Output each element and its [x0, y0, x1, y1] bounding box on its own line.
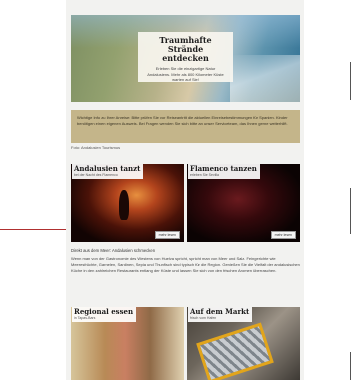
- card-label: Auf dem Markt frisch vom Hafen: [188, 307, 253, 322]
- hero-image-foam: [230, 55, 300, 102]
- card-label: Flamenco tanzen erleben Sie Sevilla: [188, 164, 260, 179]
- hero-banner: Traumhafte Strände entdecken Erleben Sie…: [71, 15, 300, 102]
- card-subtitle: bei der Nacht des Flamenco: [74, 173, 118, 177]
- card-label: Andalusien tanzt bei der Nacht des Flame…: [72, 164, 144, 179]
- card-title: Auf dem Markt: [190, 307, 250, 316]
- scrollbar-edge: [350, 62, 351, 100]
- card-subtitle: erleben Sie Sevilla: [190, 173, 219, 177]
- info-box: Wichtige Info zu Ihrer Anreise: Bitte pr…: [71, 110, 300, 143]
- photo-credit: Foto: Andalusien Tourismus: [71, 145, 121, 150]
- card-auf-dem-markt[interactable]: Auf dem Markt frisch vom Hafen: [187, 307, 300, 380]
- hero-title: Traumhafte Strände entdecken: [159, 35, 212, 63]
- card-title: Flamenco tanzen: [190, 164, 257, 173]
- card-flamenco-tanzen[interactable]: Flamenco tanzen erleben Sie Sevilla mehr…: [187, 164, 300, 242]
- newsletter-page: Traumhafte Strände entdecken Erleben Sie…: [66, 0, 304, 380]
- card-regional-essen[interactable]: Regional essen in Tapas-Bars: [71, 307, 184, 380]
- card-label: Regional essen in Tapas-Bars: [72, 307, 137, 322]
- dancer-silhouette: [119, 190, 129, 220]
- card-title: Regional essen: [74, 307, 134, 316]
- hero-text: Erleben Sie die einzigartige Natur Andal…: [147, 66, 224, 82]
- fish-crate-image: [196, 322, 274, 380]
- article-section: Direkt aus dem Meer: Andalusien schmecke…: [71, 248, 300, 273]
- card-subtitle: frisch vom Hafen: [190, 316, 217, 320]
- scrollbar-edge: [350, 188, 351, 234]
- article-paragraph: Wenn man von der Gastronomie des Westens…: [71, 256, 300, 273]
- card-read-more-button[interactable]: mehr lesen: [270, 231, 296, 239]
- hero-textbox: Traumhafte Strände entdecken Erleben Sie…: [138, 32, 233, 82]
- info-box-text: Wichtige Info zu Ihrer Anreise: Bitte pr…: [77, 115, 288, 126]
- scrollbar-edge: [350, 352, 351, 380]
- card-andalusien-tanzt[interactable]: Andalusien tanzt bei der Nacht des Flame…: [71, 164, 184, 242]
- card-title: Andalusien tanzt: [74, 164, 141, 173]
- card-subtitle: in Tapas-Bars: [74, 316, 96, 320]
- marker-line: [0, 229, 66, 230]
- card-read-more-button[interactable]: mehr lesen: [154, 231, 180, 239]
- article-lead: Direkt aus dem Meer: Andalusien schmecke…: [71, 248, 156, 253]
